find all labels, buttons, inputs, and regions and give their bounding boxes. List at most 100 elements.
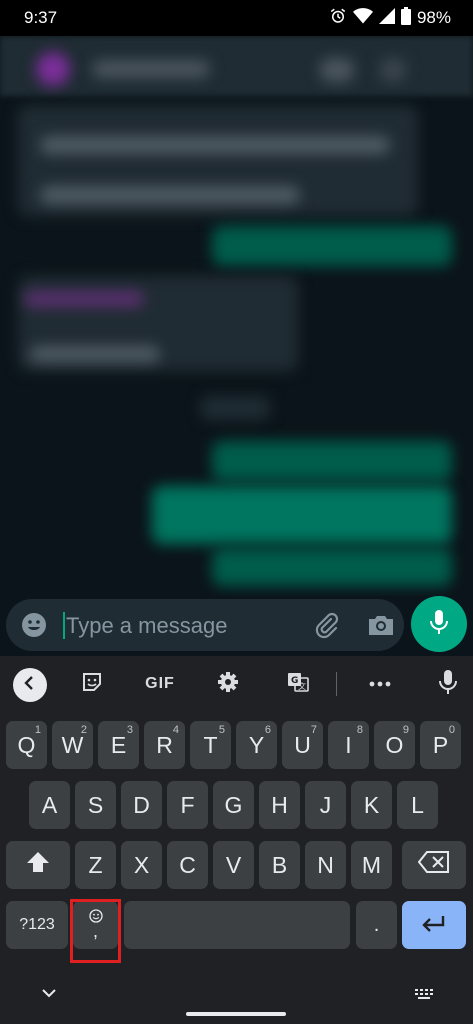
key-v[interactable]: V [213,841,254,889]
battery-percent: 98% [416,8,451,27]
key-s[interactable]: S [75,781,116,829]
enter-icon [421,912,447,939]
translate-icon: G文 [286,670,310,699]
key-hint: 5 [218,724,225,736]
status-bar: 9:37 98% [0,0,473,36]
key-c[interactable]: C [167,841,208,889]
navigation-bar [0,968,473,1024]
key-hint: 6 [264,724,271,736]
wifi-icon [352,7,373,30]
key-r[interactable]: R4 [144,721,185,769]
more-options-button[interactable] [364,670,396,698]
blurred-text [40,186,300,204]
blurred-text [40,136,390,154]
key-k[interactable]: K [351,781,392,829]
key-label: Q [17,731,36,758]
shift-icon [26,851,50,879]
key-hint: 9 [402,724,409,736]
text-caret [63,612,65,639]
key-p[interactable]: P0 [420,721,461,769]
key-a[interactable]: A [29,781,70,829]
highlight-box [70,899,121,963]
key-t[interactable]: T5 [190,721,231,769]
spacebar[interactable] [124,901,350,949]
key-h[interactable]: H [259,781,300,829]
key-l[interactable]: L [397,781,438,829]
gear-icon [216,670,240,699]
message-input[interactable]: Type a message [66,613,227,639]
home-handle[interactable] [186,1012,286,1016]
shift-key[interactable] [6,841,70,889]
key-e[interactable]: E3 [98,721,139,769]
key-hint: 4 [172,724,179,736]
outgoing-bubble [212,548,452,586]
composer-bar: Type a message [0,596,473,656]
svg-text:文: 文 [298,681,306,691]
key-label: T [203,731,218,758]
contact-avatar [36,52,70,86]
chat-area [0,36,473,600]
key-z[interactable]: Z [75,841,116,889]
status-time: 9:37 [24,8,58,27]
key-o[interactable]: O9 [374,721,415,769]
battery-icon [400,6,411,30]
sticker-button[interactable] [76,670,108,698]
emoji-icon[interactable] [20,611,48,639]
keyboard-toolbar: GIF G文 [0,656,473,710]
sticker-icon [80,670,104,699]
collapse-toolbar-button[interactable] [13,668,47,702]
more-dots-icon [368,675,392,693]
key-hint: 2 [80,724,87,736]
key-w[interactable]: W2 [52,721,93,769]
voice-typing-button[interactable] [436,669,460,700]
attach-icon[interactable] [312,611,340,639]
key-d[interactable]: D [121,781,162,829]
key-j[interactable]: J [305,781,346,829]
date-chip [200,396,270,420]
key-label: R [156,731,173,758]
key-y[interactable]: Y6 [236,721,277,769]
key-f[interactable]: F [167,781,208,829]
key-u[interactable]: U7 [282,721,323,769]
key-i[interactable]: I8 [328,721,369,769]
voice-message-button[interactable] [411,596,467,652]
key-m[interactable]: M [351,841,392,889]
key-x[interactable]: X [121,841,162,889]
outgoing-bubble [152,486,452,544]
keyboard-switch-icon[interactable] [414,988,434,1007]
blurred-text [24,291,144,307]
camera-icon[interactable] [366,611,396,639]
symbols-key[interactable]: ?123 [6,901,68,949]
enter-key[interactable] [402,901,466,949]
key-hint: 7 [310,724,317,736]
key-label: U [294,731,311,758]
message-box[interactable]: Type a message [6,599,404,651]
toolbar-divider [336,672,337,696]
period-key[interactable]: . [356,901,397,949]
mic-icon [428,608,450,641]
key-n[interactable]: N [305,841,346,889]
settings-button[interactable] [212,670,244,698]
key-hint: 1 [34,724,41,736]
header-icon [320,58,354,82]
chevron-left-icon [22,675,38,696]
key-g[interactable]: G [213,781,254,829]
key-label: P [432,731,449,758]
key-label: O [385,731,404,758]
gif-button[interactable]: GIF [140,670,180,698]
key-label: E [110,731,127,758]
translate-button[interactable]: G文 [282,670,314,698]
hide-keyboard-icon[interactable] [40,986,58,1004]
key-q[interactable]: Q1 [6,721,47,769]
key-label: I [345,731,352,758]
outgoing-bubble [212,441,452,481]
signal-icon [378,7,395,30]
key-b[interactable]: B [259,841,300,889]
alarm-icon [329,7,347,30]
key-hint: 0 [448,724,455,736]
contact-name [92,60,210,78]
mic-icon [439,669,457,700]
key-hint: 8 [356,724,363,736]
backspace-key[interactable] [402,841,466,889]
backspace-icon [417,851,450,879]
